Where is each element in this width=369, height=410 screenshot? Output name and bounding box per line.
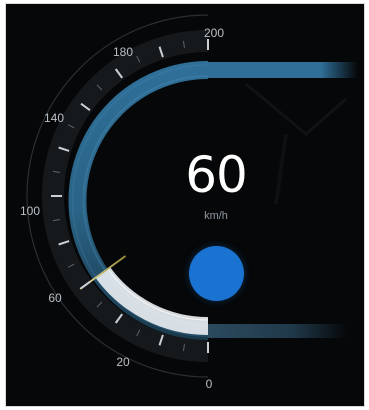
speedometer-panel: 200 180 140 100 60 20 0 60 km/h [5,3,365,407]
scale-label-100: 100 [20,204,40,218]
scale-label-60: 60 [48,291,62,305]
scale-label-180: 180 [113,45,133,59]
top-band [208,62,358,78]
scale-label-0: 0 [206,377,213,391]
background-decoration [245,82,347,136]
speed-unit-label: km/h [204,210,228,222]
scale-label-200: 200 [204,26,224,40]
scale-label-140: 140 [44,111,64,125]
status-indicator-dot [189,246,244,301]
bottom-band [208,324,348,338]
scale-label-20: 20 [116,355,130,369]
speed-readout: 60 [185,146,248,204]
speedometer-gauge: 200 180 140 100 60 20 0 [20,14,358,391]
background-decoration [274,133,288,205]
